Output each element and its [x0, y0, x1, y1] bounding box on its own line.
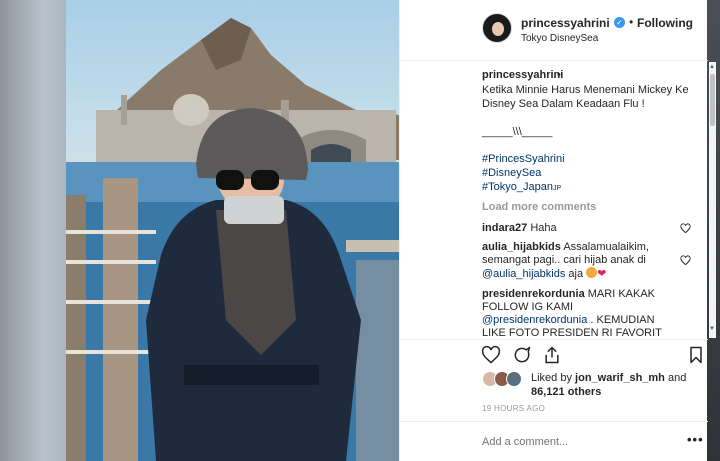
hashtag-link[interactable]: #DisneySea [482, 167, 541, 179]
load-more-comments-button[interactable]: Load more comments [482, 201, 596, 213]
comment-icon[interactable] [512, 345, 532, 365]
verified-badge-icon: ✓ [614, 17, 625, 28]
caption-username[interactable]: princessyahrini [482, 69, 563, 81]
comment-clipped-line: LIKE FOTO PRESIDEN RI FAVORIT [482, 327, 697, 337]
comment-item: aulia_hijabkids Assalamualaikim, [482, 241, 649, 253]
comment-like-heart-icon[interactable] [680, 223, 691, 234]
heart-emoji-icon: ❤ [597, 268, 607, 280]
comment-text: Assalamualaikim, [563, 241, 649, 253]
heart-icon[interactable] [481, 345, 501, 365]
comment-text: MARI KAKAK [587, 288, 656, 300]
liked-by-prefix: Liked by [531, 372, 572, 384]
liked-by-user-link[interactable]: jon_warif_sh_mh [575, 372, 665, 384]
post-timestamp[interactable]: 19 HOURS AGO [482, 404, 545, 413]
header-username[interactable]: princessyahrini [521, 16, 610, 30]
add-comment-input[interactable] [482, 436, 672, 448]
comment-username[interactable]: presidenrekordunia [482, 288, 585, 300]
caption-separator: • [557, 69, 561, 81]
likes-count-link[interactable]: 86,121 others [531, 386, 601, 398]
liked-by-text: Liked by jon_warif_sh_mh and [531, 372, 686, 384]
scroll-down-arrow-icon[interactable]: ▼ [709, 326, 715, 332]
following-button[interactable]: Following [637, 16, 693, 30]
comment-text-line: @aulia_hijabkids aja ❤ [482, 267, 606, 280]
share-icon[interactable] [542, 345, 562, 365]
caption-text-line: _____\\\_____ [482, 126, 553, 138]
japan-flag-label: JP [552, 185, 562, 192]
comment-text: FOLLOW IG KAMI [482, 301, 574, 313]
mention-link[interactable]: @aulia_hijabkids [482, 268, 565, 280]
comment-tail: aja [568, 268, 584, 280]
avatar [506, 371, 522, 387]
comment-text-line: @presidenrekordunia . KEMUDIAN [482, 314, 655, 326]
more-options-icon[interactable]: ••• [687, 432, 704, 447]
comment-username[interactable]: aulia_hijabkids [482, 241, 561, 253]
avatar[interactable] [482, 13, 512, 43]
hashtag-link[interactable]: #PrincesSyahrini [482, 153, 565, 165]
post-photo[interactable] [66, 0, 399, 461]
liked-by-joiner: and [667, 372, 687, 384]
mention-link[interactable]: @presidenrekordunia [482, 314, 587, 326]
comment-tail: . KEMUDIAN [590, 314, 655, 326]
photo-illustration [66, 18, 399, 461]
smile-emoji-icon [586, 267, 598, 278]
comment-like-heart-icon[interactable] [680, 255, 691, 266]
liked-by-avatars[interactable] [482, 371, 528, 387]
post-header [400, 0, 708, 61]
comment-text: semangat pagi.. cari hijab anak di [482, 254, 646, 266]
post-side-panel: princessyahrini ✓ • Following Tokyo Disn… [399, 0, 716, 461]
header-separator: • [629, 15, 634, 29]
comment-item: indara27 Haha [482, 222, 557, 234]
scrollbar-thumb[interactable] [710, 74, 715, 126]
location-link[interactable]: Tokyo DisneySea [521, 33, 598, 44]
comment-username[interactable]: indara27 [482, 222, 527, 234]
bookmark-icon[interactable] [686, 345, 706, 365]
hashtag-link[interactable]: #Tokyo_JapanJP [482, 181, 561, 193]
hashtag-text[interactable]: #Tokyo_Japan [482, 181, 553, 193]
caption-text-line: Disney Sea Dalam Keadaan Flu ! [482, 98, 645, 110]
comment-text: Haha [530, 222, 557, 234]
comment-item: presidenrekordunia MARI KAKAK [482, 288, 655, 300]
caption-text-line: Ketika Minnie Harus Menemani Mickey Ke [482, 84, 689, 96]
comment-text: LIKE FOTO PRESIDEN RI FAVORIT [482, 327, 662, 337]
scroll-up-arrow-icon[interactable]: ▲ [709, 64, 715, 70]
